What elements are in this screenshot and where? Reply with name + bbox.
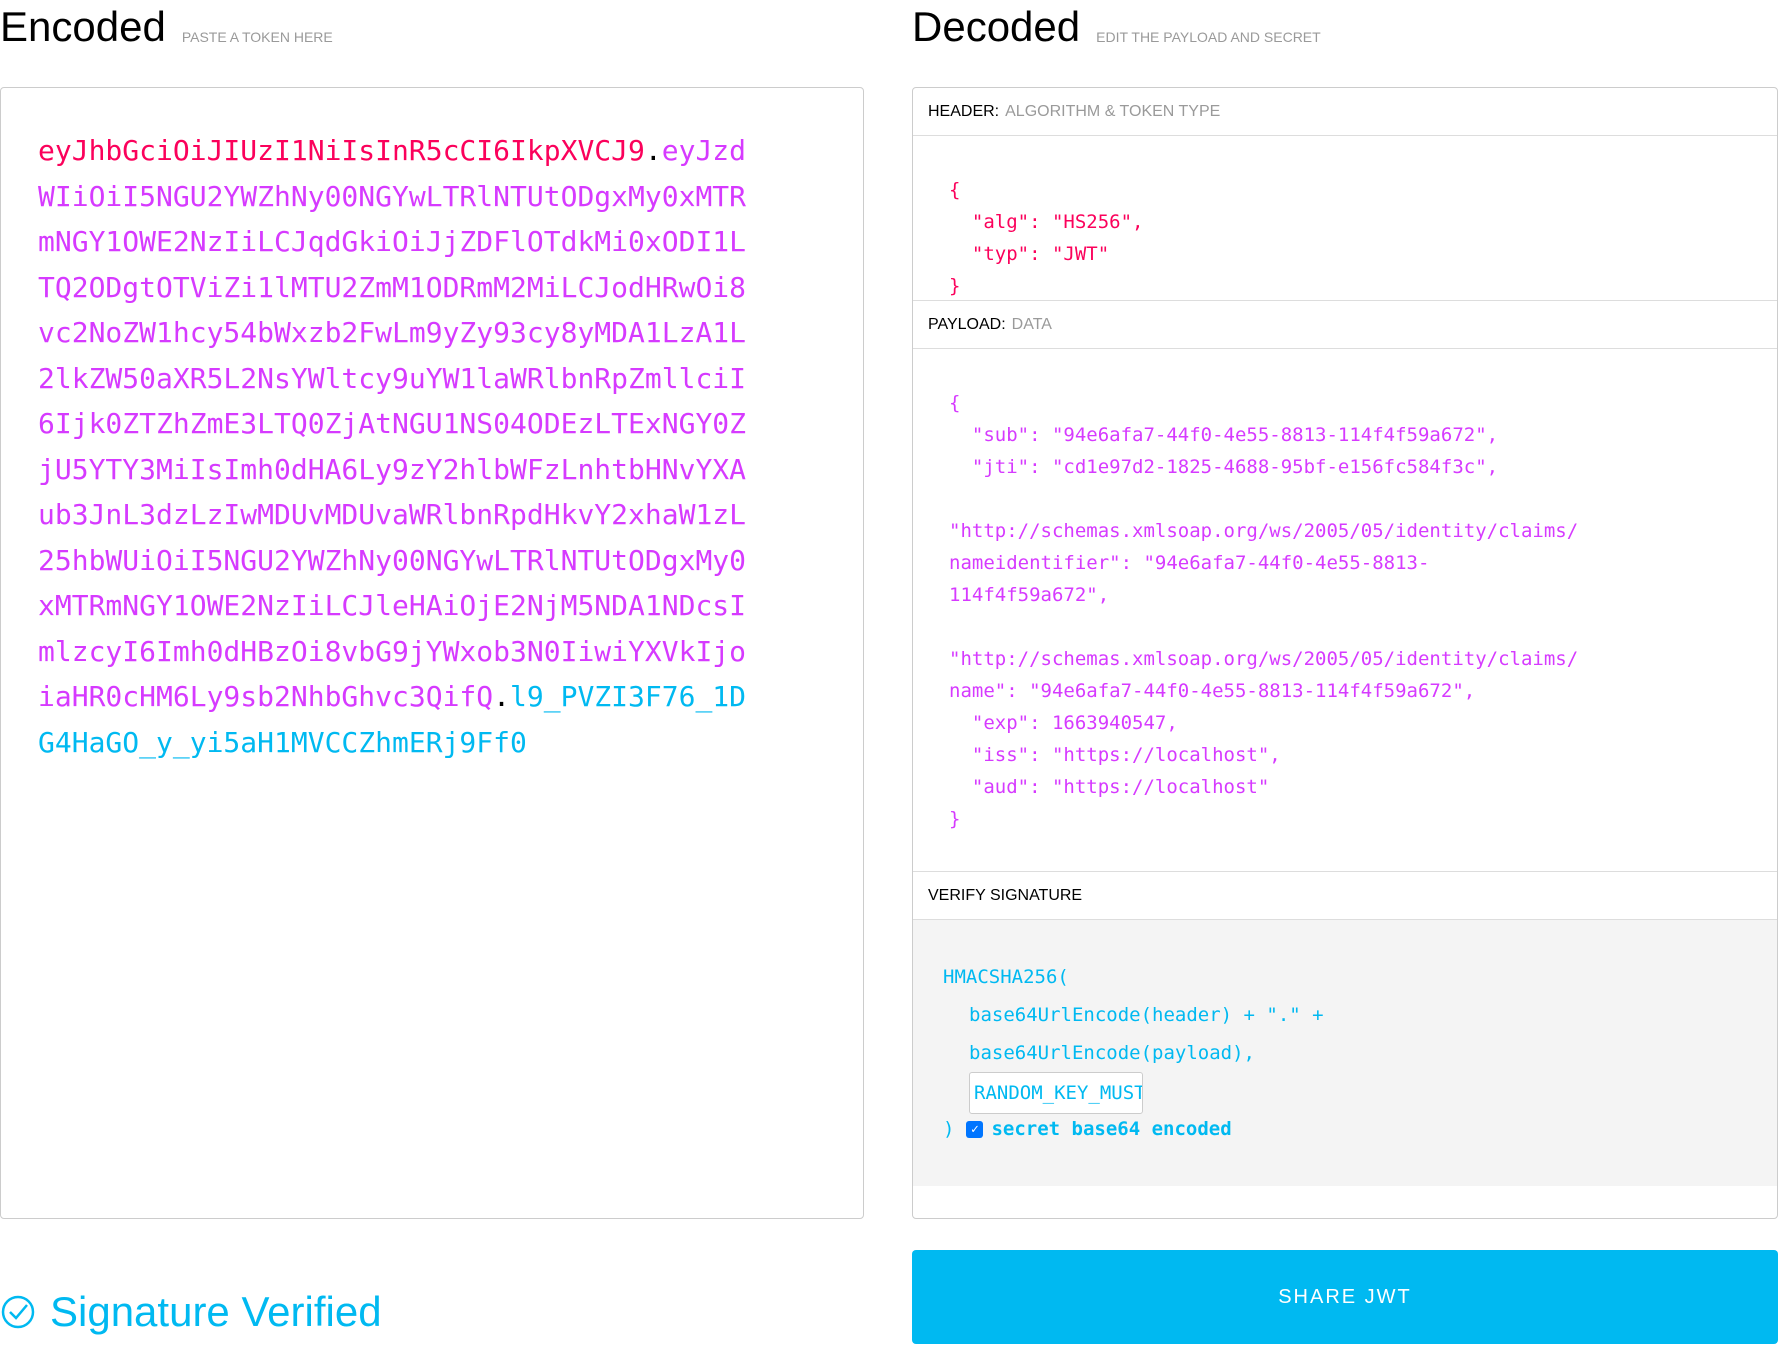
encoded-token-text[interactable]: eyJhbGciOiJIUzI1NiIsInR5cCI6IkpXVCJ9.eyJ… <box>38 128 758 765</box>
secret-input[interactable]: RANDOM_KEY_MUST_NOT_BE <box>969 1072 1143 1114</box>
signature-section-heading: VERIFY SIGNATURE <box>913 872 1777 920</box>
header-section-body: { "alg": "HS256", "typ": "JWT" } <box>913 136 1777 301</box>
close-paren: ) <box>943 1118 955 1140</box>
token-header-part: eyJhbGciOiJIUzI1NiIsInR5cCI6IkpXVCJ9 <box>38 134 645 167</box>
signature-payload-line: base64UrlEncode(payload), <box>969 1042 1255 1064</box>
secret-base64-label[interactable]: secret base64 encoded <box>991 1118 1231 1140</box>
decoded-subtitle: EDIT THE PAYLOAD AND SECRET <box>1096 29 1321 45</box>
payload-sublabel: DATA <box>1011 315 1052 333</box>
payload-section-body: { "sub": "94e6afa7-44f0-4e55-8813-114f4f… <box>913 349 1777 872</box>
signature-verified-text: Signature Verified <box>50 1288 382 1335</box>
header-label: HEADER: <box>928 102 1000 120</box>
signature-section-body: HMACSHA256( base64UrlEncode(header) + ".… <box>913 920 1777 1186</box>
signature-header-line: base64UrlEncode(header) + "." + <box>969 1004 1324 1026</box>
decoded-column: Decoded EDIT THE PAYLOAD AND SECRET HEAD… <box>912 0 1778 1219</box>
token-dot: . <box>644 134 662 167</box>
header-sublabel: ALGORITHM & TOKEN TYPE <box>1005 102 1221 120</box>
payload-section-heading: PAYLOAD: DATA <box>913 301 1777 349</box>
encoded-column: Encoded PASTE A TOKEN HERE eyJhbGciOiJIU… <box>0 0 866 1219</box>
header-section-heading: HEADER: ALGORITHM & TOKEN TYPE <box>913 88 1777 136</box>
payload-json-editor[interactable]: { "sub": "94e6afa7-44f0-4e55-8813-114f4f… <box>913 349 1777 871</box>
encoded-title: Encoded <box>0 3 166 50</box>
encoded-title-row: Encoded PASTE A TOKEN HERE <box>0 0 866 86</box>
header-json-editor[interactable]: { "alg": "HS256", "typ": "JWT" } <box>913 136 1777 300</box>
check-circle-icon <box>1 1295 35 1329</box>
signature-close-row: ) ✓ secret base64 encoded <box>943 1118 1777 1140</box>
payload-label: PAYLOAD: <box>928 315 1006 333</box>
decoded-title-row: Decoded EDIT THE PAYLOAD AND SECRET <box>912 0 1778 86</box>
signature-verified-status: Signature Verified <box>0 1288 382 1336</box>
token-payload-part: eyJzdWIiOiI5NGU2YWZhNy00NGYwLTRlNTUtODgx… <box>38 134 747 713</box>
decoded-panel: HEADER: ALGORITHM & TOKEN TYPE { "alg": … <box>912 87 1778 1219</box>
signature-func-line: HMACSHA256( <box>943 966 1069 988</box>
secret-base64-checkbox[interactable]: ✓ <box>966 1120 984 1138</box>
token-dot: . <box>493 680 511 713</box>
signature-label: VERIFY SIGNATURE <box>928 886 1083 904</box>
encoded-subtitle: PASTE A TOKEN HERE <box>181 29 333 45</box>
share-jwt-button[interactable]: SHARE JWT <box>912 1250 1778 1344</box>
decoded-title: Decoded <box>912 3 1081 50</box>
